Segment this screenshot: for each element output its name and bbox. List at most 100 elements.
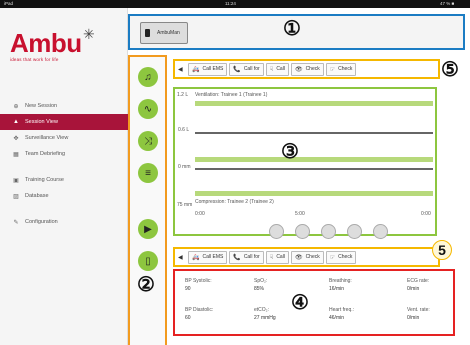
vital-spo2: SpO₂: 85%: [254, 277, 267, 293]
sidebar-item-label: Session View: [25, 119, 58, 125]
sidebar-item-surveillance-view[interactable]: ✥ Surveillance View: [0, 130, 128, 146]
logo-text: Ambu: [10, 28, 82, 58]
training-course-icon: ▣: [13, 177, 19, 184]
button-label: Check: [305, 254, 320, 260]
play-icon: ▶: [144, 223, 152, 235]
sidebar-item-training-course[interactable]: ▣ Training Course: [0, 172, 128, 188]
callout-4: ④: [291, 292, 309, 314]
vital-value: 90: [185, 286, 191, 292]
new-session-icon: ⊕: [13, 103, 19, 110]
vital-breathing: Breathing: 16/min: [329, 277, 352, 293]
check-button[interactable]: 👁 Check: [290, 62, 324, 76]
compression-baseline: [195, 168, 433, 170]
vital-label: Breathing:: [329, 278, 352, 284]
sidebar-item-label: Team Debriefing: [25, 151, 66, 157]
sidebar-item-label: Training Course: [25, 177, 64, 183]
call-for-button[interactable]: 📞 Call for: [229, 250, 264, 264]
vital-value: 85%: [254, 286, 265, 292]
button-label: Call EMS: [202, 66, 224, 72]
music-icon: ♫: [144, 71, 152, 83]
callout-5-bottom: 5: [432, 240, 452, 260]
playback-end-button[interactable]: [373, 224, 388, 239]
ventilation-scale: 1.2 L: [177, 92, 189, 98]
sidebar-item-configuration[interactable]: ✎ Configuration: [0, 214, 128, 230]
zero-scale: 0 mm: [178, 164, 191, 170]
playback-play-button[interactable]: [321, 224, 336, 239]
call-ems-button[interactable]: 🚑 Call EMS: [188, 250, 228, 264]
database-icon: ▨: [13, 193, 19, 200]
scroll-left-icon[interactable]: ◀: [178, 66, 188, 73]
check-button[interactable]: 👁 Check: [290, 250, 324, 264]
play-button[interactable]: ▶: [138, 219, 158, 239]
ventilation-baseline: [195, 132, 433, 134]
session-view-icon: ▲: [13, 119, 19, 125]
scroll-left-icon[interactable]: ◀: [178, 254, 188, 261]
lungs-icon: 👁: [294, 254, 303, 261]
manikin-icon: [145, 29, 150, 37]
sidebar-item-session-view[interactable]: ▲ Session View: [0, 114, 128, 130]
sidebar-item-database[interactable]: ▨ Database: [0, 188, 128, 204]
button-label: Call: [276, 66, 285, 72]
music-button[interactable]: ♫: [138, 67, 158, 87]
playback-rewind-button[interactable]: [269, 224, 284, 239]
button-label: Call for: [243, 66, 260, 72]
sidebar-item-label: New Session: [25, 103, 58, 109]
vital-label: Heart freq.:: [329, 307, 355, 313]
vital-label: BP Systolic:: [185, 278, 212, 284]
check-pulse-button[interactable]: ☞ Check: [325, 62, 357, 76]
lungs-icon: 👁: [294, 66, 303, 73]
ambu-logo: Ambu ✳ ideas that work for life: [10, 26, 95, 62]
vital-value: 16/min: [329, 286, 345, 292]
compression-target-band-bottom: [195, 191, 433, 196]
check-pulse-button[interactable]: ☞ Check: [325, 250, 357, 264]
sidebar-item-new-session[interactable]: ⊕ New Session: [0, 98, 128, 114]
book-button[interactable]: ▯: [138, 251, 158, 271]
button-label: Call EMS: [202, 254, 224, 260]
compression-target-band-top: [195, 157, 433, 162]
vital-bp-diastolic: BP Diastolic: 60: [185, 306, 213, 322]
vital-value: 27 mmHg: [254, 315, 276, 321]
list-button[interactable]: ≡: [138, 163, 158, 183]
book-icon: ▯: [145, 255, 151, 267]
action-bar-top: ◀ 🚑 Call EMS 📞 Call for ☟ Call 👁 Check ☞ Chec…: [173, 59, 440, 79]
playback-back-button[interactable]: [295, 224, 310, 239]
surveillance-icon: ✥: [13, 135, 19, 142]
sidebar-item-team-debriefing[interactable]: ▦ Team Debriefing: [0, 146, 128, 162]
side-toolbar: ♫ ∿ ⤨ ≡ ▶ ▯: [128, 55, 167, 345]
vital-label: ECG rate:: [407, 278, 430, 284]
playback-forward-button[interactable]: [347, 224, 362, 239]
heartbeat-button[interactable]: ∿: [138, 99, 158, 119]
sidebar: Ambu ✳ ideas that work for life ⊕ New Ses…: [0, 8, 128, 345]
call-button[interactable]: ☟ Call: [265, 62, 289, 76]
ambulance-icon: 🚑: [192, 254, 200, 261]
action-bar-bottom: ◀ 🚑 Call EMS 📞 Call for ☟ Call 👁 Check ☞ Chec…: [173, 247, 440, 267]
ambulance-icon: 🚑: [192, 66, 200, 73]
phone-icon: 📞: [233, 66, 241, 73]
callout-2: ②: [137, 274, 155, 296]
callout-1: ①: [283, 18, 301, 40]
callout-5-top: ⑤: [441, 59, 459, 81]
compression-title: Compression: Trainee 2 (Trainee 2): [195, 199, 274, 205]
compression-scale: 75 mm: [177, 202, 193, 208]
list-icon: ≡: [145, 167, 151, 179]
vital-value: 0/min: [407, 315, 420, 321]
call-for-button[interactable]: 📞 Call for: [229, 62, 264, 76]
sidebar-item-label: Surveillance View: [25, 135, 69, 141]
vital-label: Vent. rate:: [407, 307, 430, 313]
ventilation-target-band: [195, 101, 433, 106]
x-tick-start: 0:00: [195, 211, 205, 217]
x-tick-mid: 5:00: [295, 211, 305, 217]
call-button[interactable]: ☟ Call: [265, 250, 289, 264]
device-label: AmbuMan: [157, 30, 180, 36]
ventilation-title: Ventilation: Trainee 1 (Trainee 1): [195, 92, 268, 98]
cpr-graph: 1.2 L Ventilation: Trainee 1 (Trainee 1)…: [173, 87, 437, 236]
button-label: Call for: [243, 254, 260, 260]
shuffle-button[interactable]: ⤨: [138, 131, 158, 151]
device-button[interactable]: AmbuMan: [140, 22, 188, 44]
sidebar-nav: ⊕ New Session ▲ Session View ✥ Surveillance…: [0, 98, 128, 230]
hand-icon: ☟: [269, 66, 274, 73]
vital-value: 46/min: [329, 315, 345, 321]
button-label: Check: [305, 66, 320, 72]
hand-icon: ☟: [269, 254, 274, 261]
call-ems-button[interactable]: 🚑 Call EMS: [188, 62, 228, 76]
